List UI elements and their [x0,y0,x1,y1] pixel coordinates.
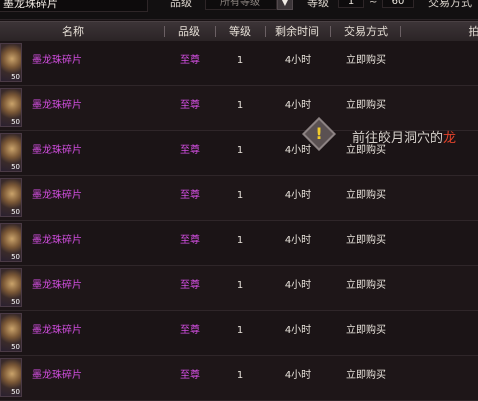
item-level: 1 [236,280,244,291]
item-count: 50 [11,118,20,126]
item-level: 1 [236,370,244,381]
table-row[interactable]: 50 墨龙珠碎片 至尊 1 4小时 立即购买 [0,356,478,401]
level-filter-label: 等级 [307,0,329,9]
item-quality: 至尊 [180,280,200,291]
table-row[interactable]: 50 墨龙珠碎片 至尊 1 4小时 立即购买 [0,176,478,221]
column-header-quality[interactable]: 品级 [166,22,212,41]
item-level: 1 [236,145,244,156]
item-name[interactable]: 墨龙珠碎片 [32,145,82,157]
chevron-down-icon[interactable]: ▼ [277,0,293,10]
item-quality: 至尊 [180,100,200,111]
item-time-left: 4小时 [284,235,312,246]
item-name[interactable]: 墨龙珠碎片 [32,235,82,247]
search-input[interactable]: 墨龙珠碎片 [0,0,148,12]
column-header-level[interactable]: 等级 [218,22,262,41]
table-row[interactable]: 50 墨龙珠碎片 至尊 1 4小时 立即购买 [0,311,478,356]
item-time-left: 4小时 [284,370,312,381]
table-row[interactable]: 50 墨龙珠碎片 至尊 1 4小时 立即购买 [0,266,478,311]
item-name[interactable]: 墨龙珠碎片 [32,190,82,202]
item-count: 50 [11,343,20,351]
column-header-time[interactable]: 剩余时间 [267,22,327,41]
item-count: 50 [11,208,20,216]
exclamation-mark: ! [315,124,323,143]
table-row[interactable]: 50 墨龙珠碎片 至尊 1 4小时 立即购买 [0,41,478,86]
level-min-input[interactable]: 1 [338,0,364,8]
item-count: 50 [11,388,20,396]
column-divider [330,26,331,37]
item-count: 50 [11,298,20,306]
column-divider [400,26,401,37]
trade-filter-label: 交易方式 [428,0,472,9]
item-trade-type: 立即购买 [346,55,386,66]
item-quality: 至尊 [180,235,200,246]
item-quality: 至尊 [180,370,200,381]
item-trade-type: 立即购买 [346,145,386,156]
item-quality: 至尊 [180,145,200,156]
item-name[interactable]: 墨龙珠碎片 [32,325,82,337]
item-quality: 至尊 [180,190,200,201]
item-level: 1 [236,100,244,111]
table-header: 名称 品级 等级 剩余时间 交易方式 拍 [0,21,478,42]
column-header-name[interactable]: 名称 [30,22,116,41]
dragon-pearl-fragment-icon[interactable]: 50 [0,133,22,172]
item-quality: 至尊 [180,325,200,336]
quest-tip-text: 前往皎月洞穴的龙 [352,127,456,146]
table-row[interactable]: 50 墨龙珠碎片 至尊 1 4小时 立即购买 [0,221,478,266]
item-trade-type: 立即购买 [346,370,386,381]
item-trade-type: 立即购买 [346,190,386,201]
table-row[interactable]: 50 墨龙珠碎片 至尊 1 4小时 立即购买 [0,86,478,131]
dragon-pearl-fragment-icon[interactable]: 50 [0,43,22,82]
column-divider [164,26,165,37]
item-time-left: 4小时 [284,280,312,291]
quest-tip-highlight: 龙 [443,131,457,146]
item-count: 50 [11,73,20,81]
item-time-left: 4小时 [284,55,312,66]
item-name[interactable]: 墨龙珠碎片 [32,55,82,67]
level-range-separator: ~ [369,0,378,8]
item-level: 1 [236,190,244,201]
item-level: 1 [236,55,244,66]
column-divider [265,26,266,37]
dragon-pearl-fragment-icon[interactable]: 50 [0,268,22,307]
item-time-left: 4小时 [284,190,312,201]
grade-select[interactable]: 所有等级 [205,0,277,10]
dragon-pearl-fragment-icon[interactable]: 50 [0,178,22,217]
item-name[interactable]: 墨龙珠碎片 [32,100,82,112]
item-count: 50 [11,253,20,261]
item-level: 1 [236,235,244,246]
dragon-pearl-fragment-icon[interactable]: 50 [0,223,22,262]
item-trade-type: 立即购买 [346,325,386,336]
quest-tip-main: 前往皎月洞穴的 [352,131,444,146]
item-quality: 至尊 [180,55,200,66]
item-trade-type: 立即购买 [346,280,386,291]
dragon-pearl-fragment-icon[interactable]: 50 [0,358,22,397]
grade-filter-label: 品级 [170,0,192,9]
dragon-pearl-fragment-icon[interactable]: 50 [0,313,22,352]
level-max-input[interactable]: 60 [382,0,414,8]
item-name[interactable]: 墨龙珠碎片 [32,280,82,292]
item-trade-type: 立即购买 [346,235,386,246]
filter-bar: 墨龙珠碎片 品级 所有等级 ▼ 等级 1 ~ 60 交易方式 [0,0,478,20]
item-count: 50 [11,163,20,171]
item-trade-type: 立即购买 [346,100,386,111]
item-name[interactable]: 墨龙珠碎片 [32,370,82,382]
item-level: 1 [236,325,244,336]
dragon-pearl-fragment-icon[interactable]: 50 [0,88,22,127]
column-divider [215,26,216,37]
item-time-left: 4小时 [284,100,312,111]
column-header-extra[interactable]: 拍 [464,22,478,41]
column-header-trade[interactable]: 交易方式 [334,22,398,41]
item-time-left: 4小时 [284,325,312,336]
